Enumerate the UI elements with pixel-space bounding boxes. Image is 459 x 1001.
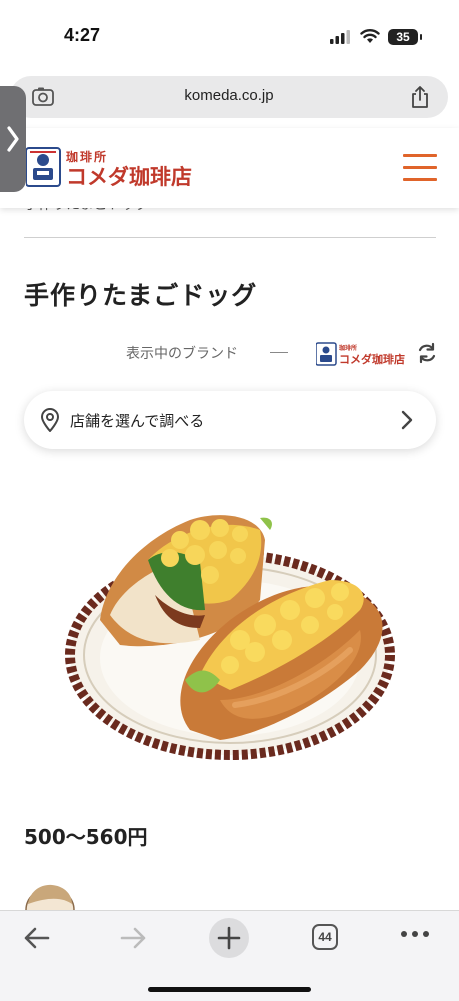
brand-label: 表示中のブランド [126,346,238,362]
browser-toolbar: 44 [0,910,459,1001]
brand-row: 表示中のブランド 珈琲所 コメダ珈琲店 [120,338,440,368]
product-image [65,515,395,760]
store-search-label: 店舗を選んで調べる [70,412,205,430]
back-arrow-icon[interactable] [22,925,52,951]
brand-dash [270,352,288,353]
address-bar[interactable]: komeda.co.jp [10,76,448,118]
chevron-right-icon [7,126,19,152]
wifi-icon [360,29,380,43]
signal-icon [330,30,350,44]
chevron-right-icon [401,410,413,430]
site-header: 珈琲所 コメダ珈琲店 [0,128,459,208]
home-indicator [148,987,311,992]
svg-text:コメダ珈琲店: コメダ珈琲店 [66,164,192,189]
forward-arrow-icon[interactable] [118,925,148,951]
plus-icon [217,926,241,950]
hamburger-menu-icon[interactable] [403,154,437,181]
svg-text:珈琲所: 珈琲所 [66,149,108,164]
map-pin-icon [40,408,60,432]
status-time: 4:27 [64,25,101,45]
new-tab-button[interactable] [209,918,249,958]
product-price: 500〜560円 [24,825,148,849]
status-bar: 4:27 35 [0,0,459,72]
divider [24,237,436,238]
store-search-button[interactable]: 店舗を選んで調べる [24,391,436,449]
share-icon[interactable] [410,85,430,109]
refresh-icon[interactable] [416,342,438,364]
side-panel-tab[interactable] [0,86,26,192]
komeda-logo[interactable]: 珈琲所 コメダ珈琲店 [26,146,206,190]
svg-text:珈琲所: 珈琲所 [339,344,357,352]
svg-text:コメダ珈琲店: コメダ珈琲店 [339,352,405,366]
tabs-button[interactable]: 44 [312,924,338,950]
more-icon[interactable] [400,929,430,939]
brand-logo[interactable]: 珈琲所 コメダ珈琲店 [316,342,408,366]
address-url[interactable]: komeda.co.jp [10,87,448,104]
battery-icon: 35 [388,29,422,45]
page-title: 手作りたまごドッグ [24,281,258,310]
